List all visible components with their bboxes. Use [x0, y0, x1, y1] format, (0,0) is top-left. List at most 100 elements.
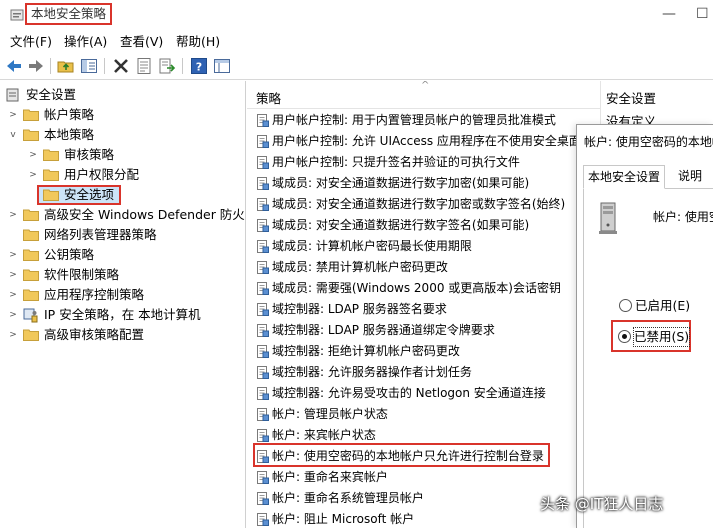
security-settings-icon: [6, 88, 19, 102]
policy-row[interactable]: 域控制器: LDAP 服务器通道绑定令牌要求: [247, 320, 600, 341]
policy-icon: [257, 471, 269, 484]
sort-caret-icon: ^: [421, 81, 430, 91]
policy-row-label: 帐户: 重命名来宾帐户: [272, 470, 388, 484]
folder-icon: [43, 149, 59, 161]
tree-item-audit-policy[interactable]: > 审核策略: [0, 145, 245, 165]
policy-row[interactable]: 域控制器: 允许易受攻击的 Netlogon 安全通道连接: [247, 383, 600, 404]
tree-item-public-key-policies[interactable]: > 公钥策略: [0, 245, 245, 265]
policy-row[interactable]: 用户帐户控制: 用于内置管理员帐户的管理员批准模式: [247, 110, 600, 131]
tree-item-application-control[interactable]: > 应用程序控制策略: [0, 285, 245, 305]
expand-arrow-icon[interactable]: >: [8, 105, 18, 125]
toolbar-separator: [104, 58, 105, 74]
radio-enabled-button[interactable]: [619, 299, 632, 312]
policy-list: ^ 策略 用户帐户控制: 用于内置管理员帐户的管理员批准模式用户帐户控制: 允许…: [247, 81, 600, 528]
policy-row[interactable]: 域成员: 禁用计算机帐户密码更改: [247, 257, 600, 278]
policy-row-label: 域成员: 需要强(Windows 2000 或更高版本)会话密钥: [272, 281, 561, 295]
dialog-body: [583, 189, 713, 528]
tree-item-user-rights-assignment[interactable]: > 用户权限分配: [0, 165, 245, 185]
tree-item-ip-security[interactable]: > IP 安全策略，在 本地计算机: [0, 305, 245, 325]
policy-row-label: 域成员: 计算机帐户密码最长使用期限: [272, 239, 472, 253]
show-hide-tree-icon[interactable]: [80, 57, 98, 75]
collapse-arrow-icon[interactable]: v: [8, 125, 18, 145]
tree-item-software-restriction[interactable]: > 软件限制策略: [0, 265, 245, 285]
policy-row[interactable]: 用户帐户控制: 只提升签名并验证的可执行文件: [247, 152, 600, 173]
tab-local-security-setting[interactable]: 本地安全设置: [583, 165, 666, 189]
expand-arrow-icon[interactable]: >: [28, 145, 38, 165]
policy-row-label: 域成员: 对安全通道数据进行数字加密(如果可能): [272, 176, 530, 190]
menu-file[interactable]: 文件(F): [10, 34, 52, 50]
expand-arrow-icon[interactable]: >: [8, 265, 18, 285]
policy-row-label: 帐户: 重命名系统管理员帐户: [272, 491, 424, 505]
policy-icon: [257, 114, 269, 127]
back-arrow-icon[interactable]: [5, 57, 23, 75]
policy-icon: [257, 135, 269, 148]
tab-explain[interactable]: 说明: [674, 165, 706, 189]
tree-label: 安全设置: [26, 87, 77, 102]
expand-arrow-icon[interactable]: >: [8, 205, 18, 225]
forward-arrow-icon[interactable]: [27, 57, 45, 75]
policy-row-label: 域控制器: 允许服务器操作者计划任务: [272, 365, 472, 379]
tree-label: 审核策略: [64, 147, 115, 162]
svg-text:?: ?: [196, 61, 202, 74]
policy-icon: [257, 366, 269, 379]
policy-row[interactable]: 域成员: 对安全通道数据进行数字签名(如果可能): [247, 215, 600, 236]
menu-view[interactable]: 查看(V): [120, 34, 163, 50]
tree-item-local-policies[interactable]: v 本地策略: [0, 125, 245, 145]
policy-row[interactable]: 用户帐户控制: 允许 UIAccess 应用程序在不使用安全桌面: [247, 131, 600, 152]
tree-label: 应用程序控制策略: [44, 287, 145, 302]
policy-row[interactable]: 帐户: 管理员帐户状态: [247, 404, 600, 425]
expand-arrow-icon[interactable]: >: [8, 325, 18, 345]
delete-icon[interactable]: [112, 57, 130, 75]
policy-row[interactable]: 域控制器: 允许服务器操作者计划任务: [247, 362, 600, 383]
export-list-icon[interactable]: [158, 57, 176, 75]
tree-label: 公钥策略: [44, 247, 95, 262]
tree-item-defender-firewall[interactable]: > 高级安全 Windows Defender 防火墙: [0, 205, 246, 225]
up-folder-icon[interactable]: [57, 57, 75, 75]
policy-icon: [257, 324, 269, 337]
tree-item-account-policies[interactable]: > 帐户策略: [0, 105, 245, 125]
policy-row[interactable]: 域成员: 计算机帐户密码最长使用期限: [247, 236, 600, 257]
tree-label: 网络列表管理器策略: [44, 227, 157, 242]
toolbar-separator: [50, 58, 51, 74]
help-icon[interactable]: ?: [190, 57, 208, 75]
console-view-icon[interactable]: [213, 57, 231, 75]
tree-item-advanced-audit[interactable]: > 高级审核策略配置: [0, 325, 245, 345]
column-header-policy[interactable]: ^ 策略: [247, 81, 600, 109]
tree-item-network-list-manager[interactable]: 网络列表管理器策略: [0, 225, 245, 245]
policy-row[interactable]: 域成员: 需要强(Windows 2000 或更高版本)会话密钥: [247, 278, 600, 299]
expand-arrow-icon[interactable]: >: [8, 285, 18, 305]
policy-row[interactable]: 域控制器: 拒绝计算机帐户密码更改: [247, 341, 600, 362]
folder-icon: [23, 289, 39, 301]
tree-label: 安全选项: [64, 187, 115, 202]
tree-label: 本地策略: [44, 127, 95, 142]
minimize-button[interactable]: —: [662, 6, 676, 22]
toolbar: ?: [0, 53, 713, 80]
policy-row[interactable]: 域成员: 对安全通道数据进行数字加密或数字签名(始终): [247, 194, 600, 215]
tree-item-security-options[interactable]: 安全选项: [0, 185, 245, 205]
dialog-title: 帐户: 使用空密码的本地帐: [584, 135, 713, 149]
menu-help[interactable]: 帮助(H): [176, 34, 220, 50]
policy-row-label: 用户帐户控制: 只提升签名并验证的可执行文件: [272, 155, 520, 169]
folder-icon: [23, 109, 39, 121]
policy-icon: [257, 198, 269, 211]
expand-arrow-icon[interactable]: >: [8, 245, 18, 265]
expand-arrow-icon[interactable]: >: [28, 165, 38, 185]
folder-icon: [23, 249, 39, 261]
policy-row[interactable]: 域控制器: LDAP 服务器签名要求: [247, 299, 600, 320]
policy-row-label: 帐户: 阻止 Microsoft 帐户: [272, 512, 415, 526]
tree-item-security-settings[interactable]: 安全设置: [0, 85, 245, 105]
policy-row-label: 域控制器: LDAP 服务器签名要求: [272, 302, 447, 316]
policy-row-label: 域控制器: LDAP 服务器通道绑定令牌要求: [272, 323, 495, 337]
ip-security-icon: [23, 308, 38, 323]
policy-row[interactable]: 域成员: 对安全通道数据进行数字加密(如果可能): [247, 173, 600, 194]
menu-action[interactable]: 操作(A): [64, 34, 107, 50]
policy-row-label: 用户帐户控制: 允许 UIAccess 应用程序在不使用安全桌面: [272, 134, 581, 148]
properties-icon[interactable]: [135, 57, 153, 75]
maximize-button[interactable]: ☐: [696, 6, 709, 22]
column-header-setting[interactable]: 安全设置: [606, 88, 656, 107]
tree-label: 高级安全 Windows Defender 防火墙: [44, 207, 246, 222]
policy-icon: [257, 177, 269, 190]
policy-row[interactable]: 帐户: 重命名来宾帐户: [247, 467, 600, 488]
radio-disabled-button[interactable]: [618, 330, 631, 343]
expand-arrow-icon[interactable]: >: [8, 305, 18, 325]
